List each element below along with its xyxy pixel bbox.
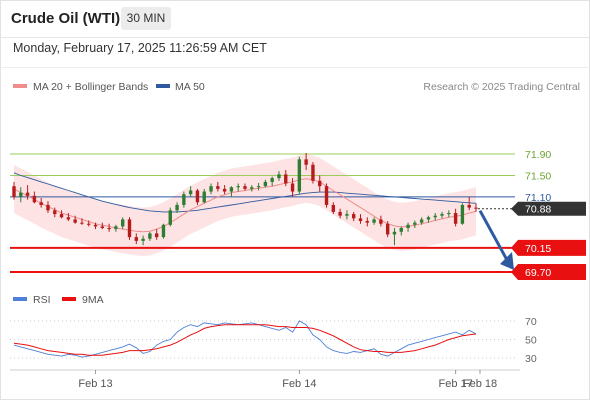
bollinger-bands [14, 154, 476, 256]
candle-body [399, 228, 403, 232]
candle-body [93, 224, 98, 227]
candle-body [474, 207, 478, 209]
price-chart: MA 20 + Bollinger Bands MA 50 Research ©… [10, 81, 586, 390]
candle-body [114, 226, 118, 230]
candle-body [413, 222, 417, 225]
candle-body [243, 186, 247, 189]
candle-body [25, 192, 30, 196]
candle-body [46, 204, 50, 211]
x-axis: Feb 13 Feb 14 Feb 17Feb 18 [78, 370, 497, 390]
candle-body [270, 178, 274, 182]
ma50-legend-label: MA 50 [175, 81, 205, 93]
candle-body [467, 204, 471, 208]
candle-body [216, 186, 220, 189]
candle-body [304, 159, 308, 165]
candle-body [290, 183, 295, 192]
candle-body [141, 238, 145, 241]
rsi-tick-70: 70 [525, 316, 537, 328]
bollinger-band-fill [14, 154, 476, 256]
candle-body [175, 204, 179, 211]
candle-body [87, 223, 91, 225]
candle-body [66, 217, 71, 220]
ma20-legend-label: MA 20 + Bollinger Bands [33, 81, 148, 93]
rsi-legend-swatch [13, 297, 27, 301]
candle-body [236, 186, 240, 188]
candle-body [19, 192, 23, 197]
candle-body [460, 204, 465, 224]
rsi-panel: 70 50 30 [10, 316, 537, 365]
candle-body [148, 233, 152, 239]
rsi-tick-50: 50 [525, 335, 537, 347]
candle-body [188, 190, 193, 195]
rsi-ma-legend-label: 9MA [82, 294, 104, 306]
rsi-ma-legend-swatch [62, 297, 76, 301]
forecast-arrow-head [500, 252, 514, 270]
candle-body [80, 222, 84, 224]
candle-body [59, 214, 64, 218]
candle-body [331, 204, 336, 212]
candle-body [168, 210, 172, 225]
candle-body [222, 188, 227, 192]
candle-body [53, 210, 57, 215]
x-tick-label: Feb 13 [78, 378, 112, 390]
candle-body [447, 213, 451, 215]
candle-body [365, 221, 369, 223]
candle-body [73, 219, 77, 223]
candle-body [379, 219, 383, 224]
candle-body [39, 202, 43, 205]
candle-body [419, 219, 424, 223]
candle-body [209, 186, 213, 192]
candle-body [284, 174, 288, 184]
candle-body [250, 187, 254, 189]
candle-body [229, 187, 234, 192]
candle-body [277, 174, 281, 179]
candle-body [358, 218, 363, 222]
rsi-legend-label: RSI [33, 294, 51, 306]
candle-body [392, 231, 397, 235]
level-labels: 71.9071.5071.1070.1569.7070.88 [511, 149, 586, 280]
candle-body [195, 190, 200, 203]
candle-body [352, 214, 356, 219]
forecast-arrow [478, 209, 514, 270]
candle-body [453, 213, 458, 224]
candle-body [433, 215, 437, 218]
candle-body [127, 219, 132, 238]
candle-body [345, 214, 349, 216]
resistance-label-1: 71.90 [525, 149, 551, 161]
resistance-label-2: 71.50 [525, 170, 551, 182]
candle-body [182, 194, 186, 205]
candle-body [426, 217, 431, 220]
candle-body [338, 211, 342, 216]
candle-body [406, 224, 410, 229]
candle-body [32, 195, 37, 203]
candle-body [202, 191, 206, 203]
x-tick-label: Feb 18 [463, 378, 497, 390]
candle-body [263, 181, 268, 187]
candle-body [107, 228, 111, 230]
forecast-arrow-shaft [478, 209, 509, 261]
support-label-1: 70.15 [525, 243, 551, 255]
candle-body [134, 237, 138, 241]
x-tick-label: Feb 14 [282, 378, 316, 390]
candle-body [161, 224, 166, 238]
ma50-legend-swatch [156, 84, 170, 88]
ma20-legend-swatch [13, 84, 27, 88]
candle-body [311, 164, 315, 181]
candle-body [385, 223, 390, 235]
candle-body [121, 219, 125, 227]
candle-body [372, 219, 376, 223]
current-price-label: 70.88 [525, 204, 551, 216]
rsi-ma-line [13, 324, 477, 356]
copyright-text: Research © 2025 Trading Central [423, 81, 580, 93]
candle-body [12, 186, 16, 197]
candle-body [256, 186, 261, 188]
candle-body [440, 214, 444, 216]
rsi-tick-30: 30 [525, 353, 537, 365]
candle-body [324, 186, 329, 205]
support-label-2: 69.70 [525, 267, 551, 279]
candle-body [154, 233, 159, 238]
candle-body [297, 159, 302, 192]
candle-body [100, 226, 105, 229]
candle-body [318, 180, 322, 187]
